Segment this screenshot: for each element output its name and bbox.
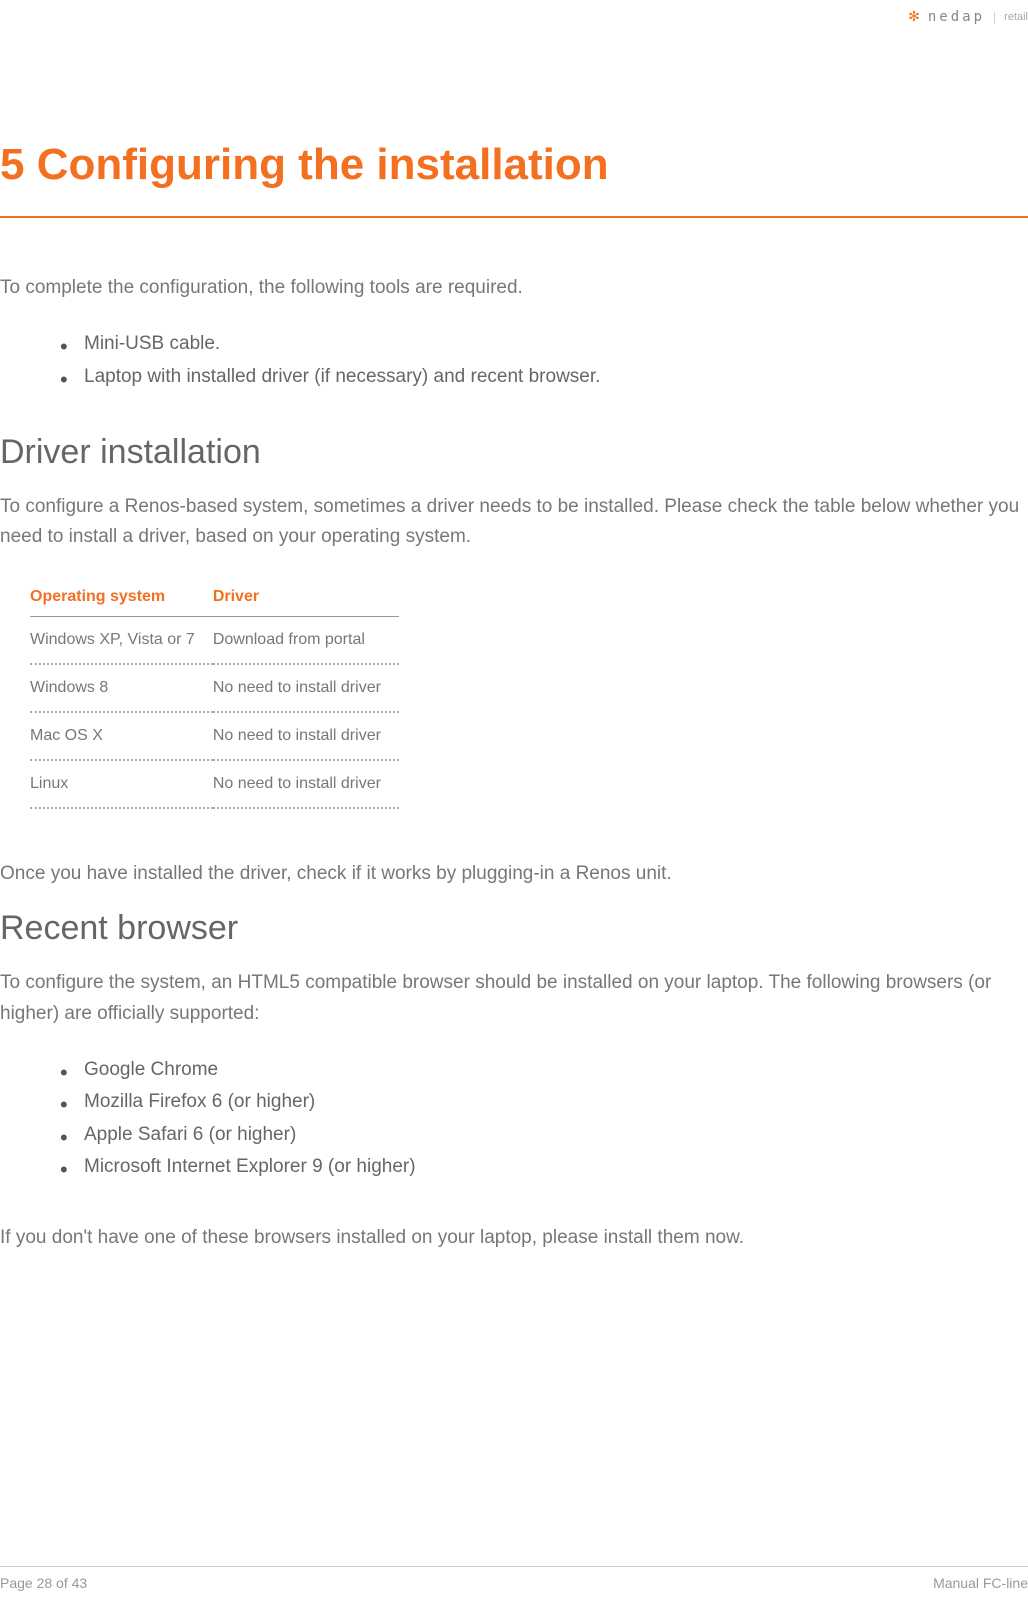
driver-table: Operating system Driver Windows XP, Vist… bbox=[30, 578, 399, 809]
intro-paragraph: To complete the configuration, the follo… bbox=[0, 273, 1028, 303]
table-row: Windows 8 No need to install driver bbox=[30, 664, 399, 712]
list-item: Apple Safari 6 (or higher) bbox=[60, 1119, 1028, 1151]
logo-star-icon: ✻ bbox=[908, 8, 920, 25]
table-cell-os: Windows XP, Vista or 7 bbox=[30, 616, 213, 664]
driver-outro-paragraph: Once you have installed the driver, chec… bbox=[0, 859, 1028, 889]
title-divider bbox=[0, 216, 1028, 218]
logo-divider: | bbox=[993, 10, 996, 24]
section-heading-browser: Recent browser bbox=[0, 909, 1028, 948]
table-row: Windows XP, Vista or 7 Download from por… bbox=[30, 616, 399, 664]
table-cell-os: Windows 8 bbox=[30, 664, 213, 712]
table-row: Linux No need to install driver bbox=[30, 760, 399, 808]
footer-page-number: Page 28 of 43 bbox=[0, 1575, 87, 1591]
list-item: Laptop with installed driver (if necessa… bbox=[60, 361, 1028, 393]
list-item: Mini-USB cable. bbox=[60, 328, 1028, 360]
page-footer: Page 28 of 43 Manual FC-line bbox=[0, 1566, 1028, 1591]
table-cell-os: Linux bbox=[30, 760, 213, 808]
logo-suffix-text: retail bbox=[1004, 11, 1028, 23]
list-item: Google Chrome bbox=[60, 1054, 1028, 1086]
page-content: 5 Configuring the installation To comple… bbox=[0, 0, 1028, 1254]
table-cell-driver: No need to install driver bbox=[213, 712, 399, 760]
table-header-driver: Driver bbox=[213, 578, 399, 617]
browser-intro-paragraph: To configure the system, an HTML5 compat… bbox=[0, 968, 1028, 1029]
browser-outro-paragraph: If you don't have one of these browsers … bbox=[0, 1223, 1028, 1253]
tools-list: Mini-USB cable. Laptop with installed dr… bbox=[60, 328, 1028, 393]
list-item: Mozilla Firefox 6 (or higher) bbox=[60, 1086, 1028, 1118]
driver-intro-paragraph: To configure a Renos-based system, somet… bbox=[0, 492, 1028, 553]
table-row: Mac OS X No need to install driver bbox=[30, 712, 399, 760]
page-title: 5 Configuring the installation bbox=[0, 140, 1028, 204]
table-cell-driver: No need to install driver bbox=[213, 760, 399, 808]
table-header-row: Operating system Driver bbox=[30, 578, 399, 617]
section-heading-driver: Driver installation bbox=[0, 433, 1028, 472]
table-cell-os: Mac OS X bbox=[30, 712, 213, 760]
list-item: Microsoft Internet Explorer 9 (or higher… bbox=[60, 1151, 1028, 1183]
browsers-list: Google Chrome Mozilla Firefox 6 (or high… bbox=[60, 1054, 1028, 1183]
footer-manual-name: Manual FC-line bbox=[933, 1575, 1028, 1591]
header-logo: ✻ nedap | retail bbox=[908, 8, 1028, 25]
logo-brand-text: nedap bbox=[928, 9, 985, 25]
table-cell-driver: No need to install driver bbox=[213, 664, 399, 712]
table-header-os: Operating system bbox=[30, 578, 213, 617]
table-cell-driver: Download from portal bbox=[213, 616, 399, 664]
